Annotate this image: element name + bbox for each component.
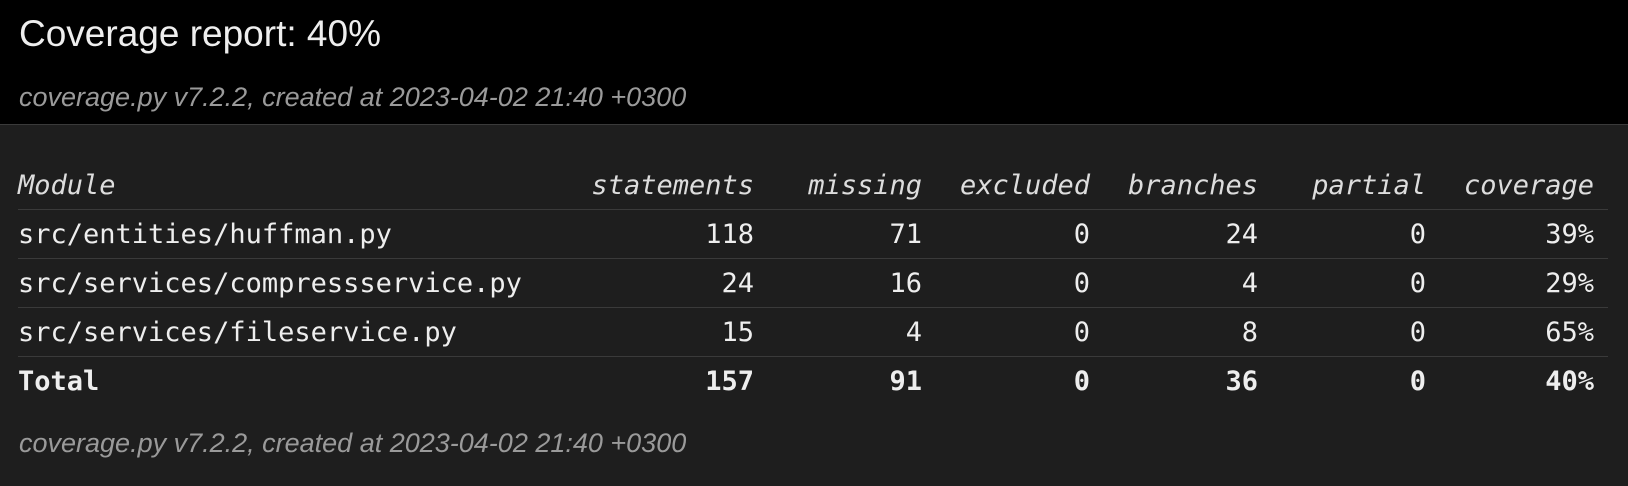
column-header-statements[interactable]: statements [548, 161, 754, 210]
total-partial: 0 [1409, 365, 1426, 397]
header-created-text: coverage.py v7.2.2, created at 2023-04-0… [19, 82, 687, 112]
coverage-cell: 29% [1426, 258, 1608, 308]
table-header: Module statements missing excluded branc… [18, 161, 1608, 210]
module-link[interactable]: src/services/compressservice.py [18, 268, 522, 299]
coverage-table: Module statements missing excluded branc… [18, 161, 1608, 405]
table-footer: Total 157 91 0 36 0 40% [18, 357, 1608, 406]
total-excluded: 0 [1073, 365, 1090, 397]
missing-cell: 4 [754, 307, 922, 357]
column-header-excluded[interactable]: excluded [922, 161, 1090, 210]
module-cell: src/entities/huffman.py [18, 209, 548, 259]
column-header-missing[interactable]: missing [754, 161, 922, 210]
module-cell: src/services/fileservice.py [18, 307, 548, 357]
report-main: Module statements missing excluded branc… [0, 125, 1628, 486]
coverage-cell: 65% [1426, 307, 1608, 357]
missing-cell: 16 [754, 258, 922, 308]
column-header-partial[interactable]: partial [1258, 161, 1426, 210]
table-row: src/services/fileservice.py 15 4 0 8 0 6… [18, 307, 1608, 357]
partial-cell: 0 [1258, 307, 1426, 357]
excluded-cell: 0 [922, 258, 1090, 308]
missing-cell: 71 [754, 209, 922, 259]
report-header: Coverage report: 40% coverage.py v7.2.2,… [0, 0, 1628, 125]
header-row: Module statements missing excluded branc… [18, 161, 1608, 210]
coverage-cell: 39% [1426, 209, 1608, 259]
excluded-cell: 0 [922, 307, 1090, 357]
statements-cell: 15 [548, 307, 754, 357]
report-footer: coverage.py v7.2.2, created at 2023-04-0… [18, 426, 1628, 460]
total-missing: 91 [889, 365, 922, 397]
total-row: Total 157 91 0 36 0 40% [18, 357, 1608, 406]
total-branches: 36 [1225, 365, 1258, 397]
statements-cell: 118 [548, 209, 754, 259]
footer-created-text: coverage.py v7.2.2, created at 2023-04-0… [19, 428, 687, 458]
total-label: Total [18, 365, 100, 397]
table-row: src/entities/huffman.py 118 71 0 24 0 39… [18, 209, 1608, 259]
module-link[interactable]: src/entities/huffman.py [18, 219, 392, 250]
table-body: src/entities/huffman.py 118 71 0 24 0 39… [18, 209, 1608, 357]
partial-cell: 0 [1258, 209, 1426, 259]
column-header-coverage[interactable]: coverage [1426, 161, 1608, 210]
statements-cell: 24 [548, 258, 754, 308]
branches-cell: 24 [1090, 209, 1258, 259]
column-header-branches[interactable]: branches [1090, 161, 1258, 210]
page-title: Coverage report: 40% [19, 13, 381, 54]
branches-cell: 8 [1090, 307, 1258, 357]
branches-cell: 4 [1090, 258, 1258, 308]
module-cell: src/services/compressservice.py [18, 258, 548, 308]
column-header-module[interactable]: Module [18, 161, 548, 210]
total-statements: 157 [705, 365, 754, 397]
module-link[interactable]: src/services/fileservice.py [18, 317, 457, 348]
total-coverage: 40% [1545, 365, 1594, 397]
table-row: src/services/compressservice.py 24 16 0 … [18, 258, 1608, 308]
excluded-cell: 0 [922, 209, 1090, 259]
partial-cell: 0 [1258, 258, 1426, 308]
